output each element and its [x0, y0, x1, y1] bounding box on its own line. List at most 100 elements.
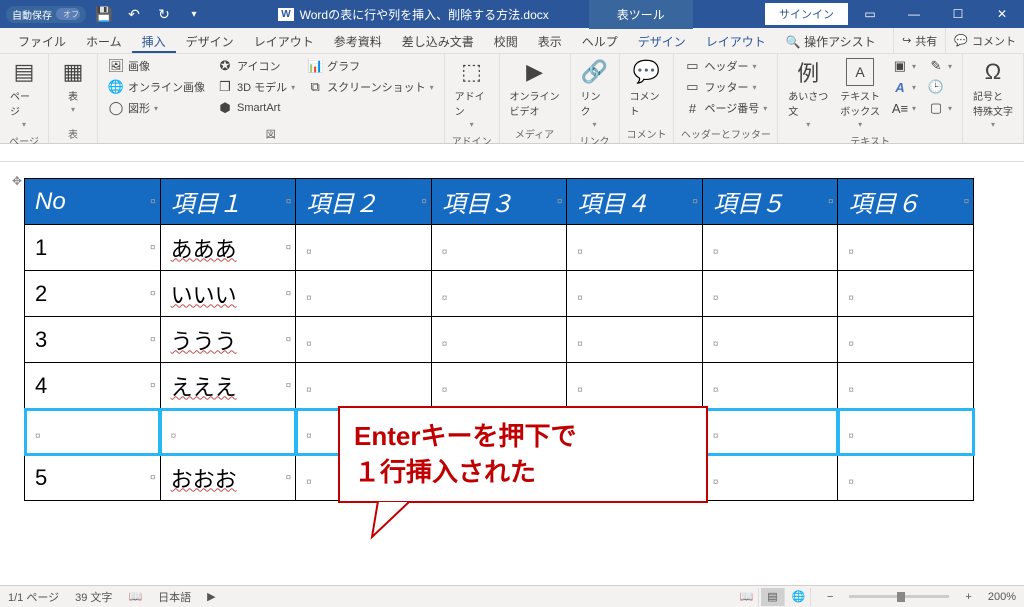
- table-cell[interactable]: ¤: [296, 363, 432, 409]
- table-cell[interactable]: ¤: [431, 225, 567, 271]
- table-cell[interactable]: ¤: [838, 409, 974, 455]
- table-cell[interactable]: ¤: [25, 409, 161, 455]
- pageno-button[interactable]: #ページ番号: [680, 98, 771, 118]
- zoom-value[interactable]: 200%: [988, 591, 1016, 603]
- save-icon[interactable]: 💾: [92, 2, 116, 26]
- tab-file[interactable]: ファイル: [8, 28, 76, 53]
- view-web-icon[interactable]: 🌐: [787, 588, 811, 606]
- table-cell[interactable]: ¤: [567, 363, 703, 409]
- zoom-thumb[interactable]: [897, 592, 905, 602]
- online-video-button[interactable]: ▶オンライン ビデオ: [506, 56, 564, 120]
- table-header-cell[interactable]: 項目２¤: [296, 179, 432, 225]
- table-cell[interactable]: ¤: [702, 317, 838, 363]
- dropcap-button[interactable]: A≡: [888, 98, 920, 118]
- view-read-icon[interactable]: 📖: [735, 588, 759, 606]
- table-cell[interactable]: ¤: [567, 271, 703, 317]
- table-cell[interactable]: ¤: [567, 317, 703, 363]
- addins-button[interactable]: ⬚アドイン: [451, 56, 493, 131]
- table-cell[interactable]: ¤: [838, 271, 974, 317]
- tab-design[interactable]: デザイン: [176, 28, 244, 53]
- table-cell[interactable]: ¤: [431, 317, 567, 363]
- textbox-button[interactable]: Aテキスト ボックス: [836, 56, 884, 131]
- greeting-button[interactable]: 例あいさつ 文: [784, 56, 832, 131]
- view-print-icon[interactable]: ▤: [761, 588, 785, 606]
- table-cell[interactable]: ¤: [431, 363, 567, 409]
- table-cell[interactable]: ¤: [702, 225, 838, 271]
- table-cell[interactable]: ¤: [838, 363, 974, 409]
- table-cell[interactable]: ううう¤: [160, 317, 296, 363]
- table-tools-tab[interactable]: 表ツール: [589, 0, 693, 29]
- table-header-cell[interactable]: 項目４¤: [567, 179, 703, 225]
- links-button[interactable]: 🔗リンク: [577, 56, 613, 131]
- image-button[interactable]: 🖼画像: [104, 56, 209, 76]
- redo-icon[interactable]: ↻: [152, 2, 176, 26]
- table-header-cell[interactable]: 項目５¤: [702, 179, 838, 225]
- signin-button[interactable]: サインイン: [765, 3, 848, 25]
- chart-button[interactable]: 📊グラフ: [303, 56, 437, 76]
- tab-view[interactable]: 表示: [528, 28, 572, 53]
- share-button[interactable]: ↪ 共有: [893, 28, 945, 53]
- table-header-cell[interactable]: No¤: [25, 179, 161, 225]
- callout-box[interactable]: Enterキーを押下で １行挿入された: [338, 406, 708, 503]
- table-cell[interactable]: ¤: [702, 455, 838, 501]
- table-cell[interactable]: えええ¤: [160, 363, 296, 409]
- table-cell[interactable]: ¤: [160, 409, 296, 455]
- table-cell[interactable]: おおお¤: [160, 455, 296, 501]
- table-cell[interactable]: ¤: [296, 271, 432, 317]
- autosave-toggle[interactable]: 自動保存 オフ: [6, 6, 86, 23]
- tab-home[interactable]: ホーム: [76, 28, 132, 53]
- table-cell[interactable]: 1¤: [25, 225, 161, 271]
- close-icon[interactable]: ✕: [980, 0, 1024, 28]
- tab-references[interactable]: 参考資料: [324, 28, 392, 53]
- pages-button[interactable]: ▤ページ: [6, 56, 42, 131]
- symbols-button[interactable]: Ω記号と 特殊文字: [969, 56, 1017, 131]
- table-header-cell[interactable]: 項目６¤: [838, 179, 974, 225]
- status-macro-icon[interactable]: ▶: [207, 590, 215, 603]
- tab-insert[interactable]: 挿入: [132, 28, 176, 53]
- comments-button[interactable]: 💬 コメント: [945, 28, 1024, 53]
- status-proofing-icon[interactable]: 📖: [128, 590, 142, 603]
- ruler[interactable]: [0, 144, 1024, 162]
- zoom-in-button[interactable]: +: [965, 591, 971, 603]
- tab-mailings[interactable]: 差し込み文書: [392, 28, 484, 53]
- tab-help[interactable]: ヘルプ: [572, 28, 628, 53]
- table-cell[interactable]: ¤: [702, 271, 838, 317]
- wordart-button[interactable]: A: [888, 77, 920, 97]
- table-cell[interactable]: ¤: [838, 225, 974, 271]
- table-row[interactable]: 3¤ううう¤¤¤¤¤¤: [25, 317, 974, 363]
- signature-button[interactable]: ✎: [924, 56, 956, 76]
- table-cell[interactable]: 5¤: [25, 455, 161, 501]
- table-cell[interactable]: ¤: [296, 317, 432, 363]
- status-page[interactable]: 1/1 ページ: [8, 589, 59, 605]
- table-header-row[interactable]: No¤ 項目１¤ 項目２¤ 項目３¤ 項目４¤ 項目５¤ 項目６¤: [25, 179, 974, 225]
- status-words[interactable]: 39 文字: [75, 589, 112, 605]
- table-cell[interactable]: 4¤: [25, 363, 161, 409]
- table-anchor-icon[interactable]: ✥: [12, 174, 22, 188]
- minimize-icon[interactable]: —: [892, 0, 936, 28]
- table-cell[interactable]: ¤: [296, 225, 432, 271]
- undo-icon[interactable]: ↶: [122, 2, 146, 26]
- table-button[interactable]: ▦表: [55, 56, 91, 116]
- smartart-button[interactable]: ⬢SmartArt: [213, 98, 299, 118]
- table-header-cell[interactable]: 項目３¤: [431, 179, 567, 225]
- ribbon-options-icon[interactable]: ▭: [848, 0, 892, 28]
- tell-me-search[interactable]: 🔍 操作アシスト: [776, 28, 886, 53]
- table-cell[interactable]: ¤: [567, 225, 703, 271]
- zoom-slider[interactable]: [849, 595, 949, 598]
- table-cell[interactable]: ¤: [838, 455, 974, 501]
- table-cell[interactable]: 2¤: [25, 271, 161, 317]
- object-button[interactable]: ▢: [924, 98, 956, 118]
- table-row[interactable]: 2¤いいい¤¤¤¤¤¤: [25, 271, 974, 317]
- screenshot-button[interactable]: ⧉スクリーンショット: [303, 77, 437, 97]
- table-cell[interactable]: ¤: [702, 409, 838, 455]
- zoom-out-button[interactable]: −: [827, 591, 833, 603]
- shapes-button[interactable]: ◯図形: [104, 98, 209, 118]
- table-row[interactable]: 4¤えええ¤¤¤¤¤¤: [25, 363, 974, 409]
- quickparts-button[interactable]: ▣: [888, 56, 920, 76]
- status-lang[interactable]: 日本語: [158, 589, 191, 605]
- table-cell[interactable]: ¤: [838, 317, 974, 363]
- table-row[interactable]: 1¤あああ¤¤¤¤¤¤: [25, 225, 974, 271]
- online-image-button[interactable]: 🌐オンライン画像: [104, 77, 209, 97]
- footer-button[interactable]: ▭フッター: [680, 77, 771, 97]
- 3dmodels-button[interactable]: ❒3D モデル: [213, 77, 299, 97]
